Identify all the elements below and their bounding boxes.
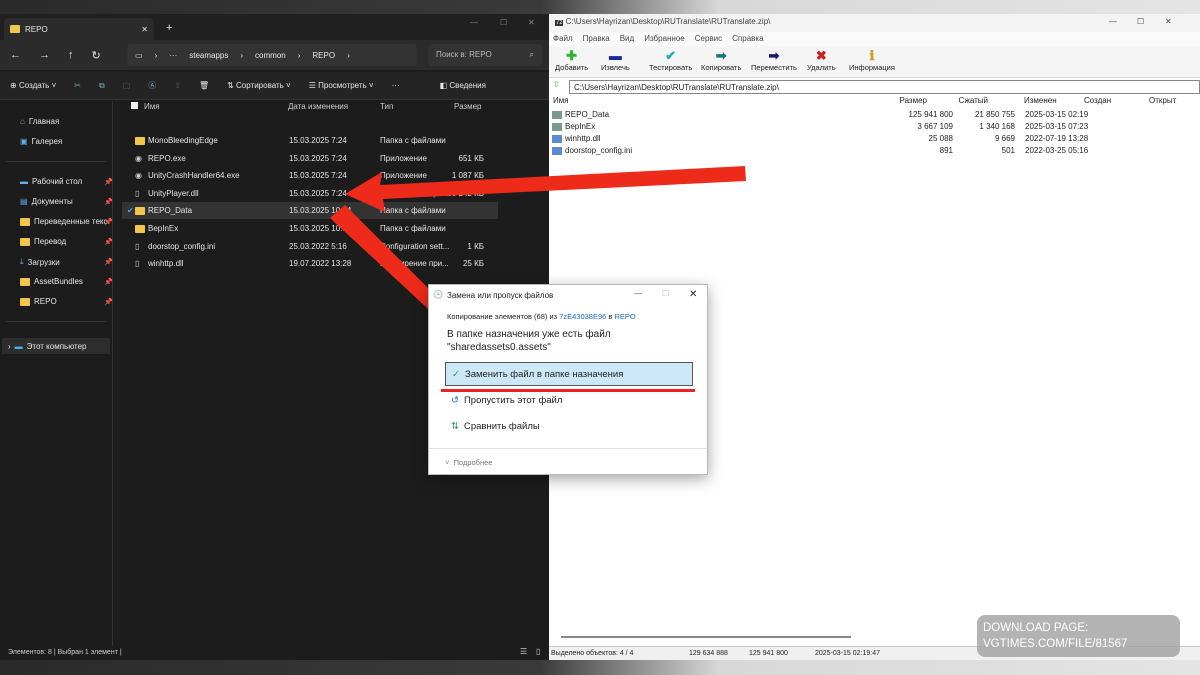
skip-file-option[interactable]: ↺ Пропустить этот файл xyxy=(445,388,693,412)
red-arrow-to-repo-data xyxy=(345,166,746,212)
dialog-title: Замена или пропуск файлов xyxy=(447,291,554,300)
maximize-icon: ☐ xyxy=(662,289,670,298)
more-details-toggle[interactable]: ˅ Подробнее xyxy=(445,458,492,467)
compare-files-option[interactable]: ⇅ Сравнить файлы xyxy=(445,414,693,438)
source-link[interactable]: 7zE43038E96 xyxy=(559,312,606,321)
skip-icon: ↺ xyxy=(451,394,459,406)
replace-or-skip-dialog: 🕓 Замена или пропуск файлов — ☐ ✕ Копиро… xyxy=(428,284,708,475)
replace-file-option[interactable]: ✓ Заменить файл в папке назначения xyxy=(445,362,693,386)
minimize-icon[interactable]: — xyxy=(634,289,642,298)
clock-icon: 🕓 xyxy=(433,290,443,299)
conflict-message: В папке назначения уже есть файл "shareda… xyxy=(447,329,611,353)
check-icon: ✓ xyxy=(452,368,460,380)
dest-link[interactable]: REPO xyxy=(614,312,635,321)
compare-icon: ⇅ xyxy=(451,420,459,432)
close-icon[interactable]: ✕ xyxy=(689,289,697,300)
progress-text: Копирование элементов (68) из 7zE43038E9… xyxy=(447,312,636,321)
